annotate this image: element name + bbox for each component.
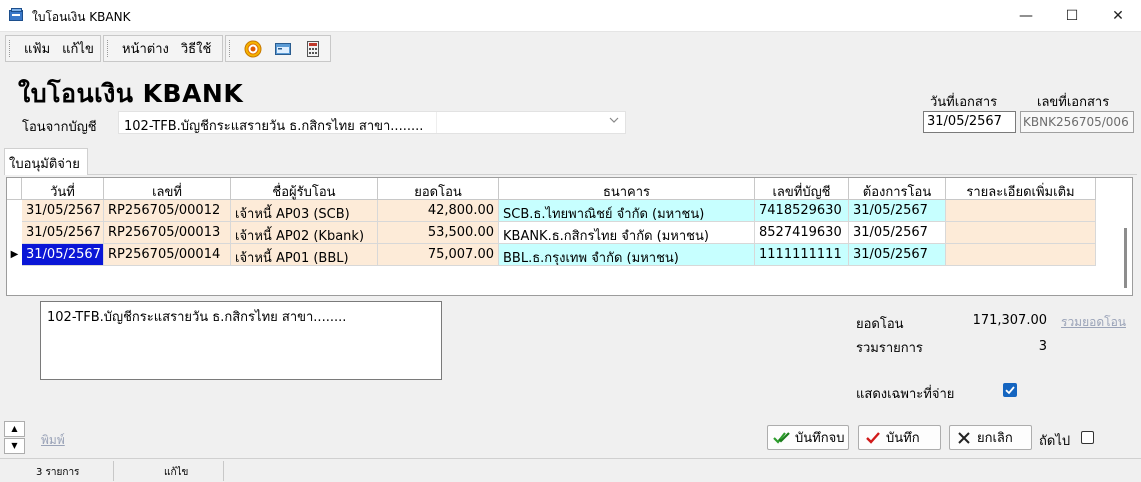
memo-textarea[interactable]: 102-TFB.บัญชีกระแสรายวัน ธ.กสิกรไทย สาขา… bbox=[40, 301, 442, 380]
cell-col-date[interactable]: 31/05/2567 bbox=[22, 244, 104, 266]
window-title: ใบโอนเงิน KBANK bbox=[32, 10, 131, 24]
toolbar-icons bbox=[225, 35, 331, 62]
arrow-up-icon: ▲ bbox=[11, 424, 18, 433]
cell-col-amount[interactable]: 53,500.00 bbox=[378, 222, 499, 244]
menu-group-window: หน้าต่าง วิธีใช้ bbox=[103, 35, 223, 62]
from-account-select[interactable]: 102-TFB.บัญชีกระแสรายวัน ธ.กสิกรไทย สาขา… bbox=[118, 111, 626, 134]
tab-payment-approval[interactable]: ใบอนุมัติจ่าย bbox=[4, 148, 88, 175]
doc-number-field[interactable]: KBNK256705/006 bbox=[1020, 111, 1134, 133]
next-checkbox[interactable] bbox=[1081, 431, 1094, 444]
status-bar: 3 รายการ แก้ไข bbox=[0, 458, 1141, 482]
cell-col-number[interactable]: RP256705/00012 bbox=[104, 200, 231, 222]
maximize-button[interactable]: ☐ bbox=[1049, 0, 1095, 31]
cancel-label: ยกเลิก bbox=[977, 431, 1013, 446]
cell-col-transfer-date[interactable]: 31/05/2567 bbox=[849, 244, 946, 266]
calculator-icon[interactable] bbox=[304, 40, 322, 58]
check-icon bbox=[1005, 386, 1015, 395]
menu-help[interactable]: วิธีใช้ bbox=[175, 38, 217, 59]
cell-col-number[interactable]: RP256705/00014 bbox=[104, 244, 231, 266]
cell-col-number[interactable]: RP256705/00013 bbox=[104, 222, 231, 244]
header-col-transfer-date[interactable]: ต้องการโอน bbox=[849, 178, 946, 200]
menu-edit[interactable]: แก้ไข bbox=[56, 38, 100, 59]
cancel-button[interactable]: ยกเลิก bbox=[949, 425, 1032, 450]
close-button[interactable]: ✕ bbox=[1095, 0, 1141, 31]
cell-col-bank[interactable]: KBANK.ธ.กสิกรไทย จำกัด (มหาชน) bbox=[499, 222, 755, 244]
header-col-number[interactable]: เลขที่ bbox=[104, 178, 231, 200]
toolbar-grip[interactable] bbox=[9, 40, 13, 57]
cell-col-account-no[interactable]: 8527419630 bbox=[755, 222, 849, 244]
save-label: บันทึก bbox=[886, 431, 920, 446]
check-icon bbox=[864, 429, 882, 447]
save-button[interactable]: บันทึก bbox=[858, 425, 941, 450]
cell-col-payee[interactable]: เจ้าหนี้ AP02 (Kbank) bbox=[231, 222, 378, 244]
header-col-date[interactable]: วันที่ bbox=[22, 178, 104, 200]
record-count-label: รวมรายการ bbox=[856, 341, 923, 356]
status-mode: แก้ไข bbox=[114, 461, 224, 481]
cell-col-details[interactable] bbox=[946, 222, 1096, 244]
chevron-down-icon bbox=[609, 115, 619, 128]
minimize-button[interactable]: — bbox=[1003, 0, 1049, 31]
window-icon[interactable] bbox=[274, 40, 292, 58]
grid-corner bbox=[7, 178, 22, 200]
doc-date-label: วันที่เอกสาร bbox=[930, 95, 998, 110]
header-col-payee[interactable]: ชื่อผู้รับโอน bbox=[231, 178, 378, 200]
transfer-total-value: 171,307.00 bbox=[972, 313, 1047, 328]
from-account-label: โอนจากบัญชี bbox=[22, 120, 97, 135]
page-title: ใบโอนเงิน KBANK bbox=[18, 79, 244, 108]
print-link[interactable]: พิมพ์ bbox=[41, 431, 65, 450]
header-col-amount[interactable]: ยอดโอน bbox=[378, 178, 499, 200]
menu-group-main: แฟ้ม แก้ไข bbox=[5, 35, 101, 62]
menu-bar: แฟ้ม แก้ไข หน้าต่าง วิธีใช้ bbox=[0, 32, 1141, 65]
cell-col-details[interactable] bbox=[946, 244, 1096, 266]
current-row-arrow-icon[interactable]: ▶ bbox=[7, 244, 22, 266]
close-icon bbox=[955, 429, 973, 447]
spin-up-button[interactable]: ▲ bbox=[4, 421, 25, 437]
cell-col-date[interactable]: 31/05/2567 bbox=[22, 200, 104, 222]
cell-col-payee[interactable]: เจ้าหนี้ AP03 (SCB) bbox=[231, 200, 378, 222]
title-bar: ใบโอนเงิน KBANK — ☐ ✕ bbox=[0, 0, 1141, 32]
spin-down-button[interactable]: ▼ bbox=[4, 438, 25, 454]
toolbar-grip[interactable] bbox=[107, 40, 111, 57]
record-count-value: 3 bbox=[1038, 339, 1047, 354]
cell-col-transfer-date[interactable]: 31/05/2567 bbox=[849, 200, 946, 222]
paid-only-checkbox[interactable] bbox=[1003, 383, 1017, 397]
cell-col-amount[interactable]: 75,007.00 bbox=[378, 244, 499, 266]
cell-col-date[interactable]: 31/05/2567 bbox=[22, 222, 104, 244]
doc-number-label: เลขที่เอกสาร bbox=[1037, 95, 1110, 110]
double-check-icon bbox=[773, 429, 791, 447]
cell-col-payee[interactable]: เจ้าหนี้ AP01 (BBL) bbox=[231, 244, 378, 266]
header-col-bank[interactable]: ธนาคาร bbox=[499, 178, 755, 200]
cell-col-amount[interactable]: 42,800.00 bbox=[378, 200, 499, 222]
from-account-value: 102-TFB.บัญชีกระแสรายวัน ธ.กสิกรไทย สาขา… bbox=[124, 119, 424, 134]
header-col-account-no[interactable]: เลขที่บัญชี bbox=[755, 178, 849, 200]
arrow-down-icon: ▼ bbox=[11, 441, 18, 450]
maximize-icon: ☐ bbox=[1065, 7, 1079, 24]
close-icon: ✕ bbox=[1112, 7, 1124, 24]
app-icon bbox=[9, 8, 24, 22]
cell-col-bank[interactable]: BBL.ธ.กรุงเทพ จำกัด (มหาชน) bbox=[499, 244, 755, 266]
target-icon[interactable] bbox=[244, 40, 262, 58]
cell-col-transfer-date[interactable]: 31/05/2567 bbox=[849, 222, 946, 244]
cell-col-details[interactable] bbox=[946, 200, 1096, 222]
row-indicator[interactable] bbox=[7, 222, 22, 244]
next-label: ถัดไป bbox=[1039, 434, 1071, 449]
row-indicator[interactable] bbox=[7, 200, 22, 222]
doc-date-field[interactable]: 31/05/2567 bbox=[923, 111, 1016, 133]
cell-col-account-no[interactable]: 1111111111 bbox=[755, 244, 849, 266]
transfer-grid[interactable]: วันที่ เลขที่ ชื่อผู้รับโอน ยอดโอน ธนาคาร เลข… bbox=[6, 177, 1133, 296]
status-record-count: 3 รายการ bbox=[0, 461, 114, 481]
header-col-details[interactable]: รายละเอียดเพิ่มเติม bbox=[946, 178, 1096, 200]
paid-only-label: แสดงเฉพาะที่จ่าย bbox=[856, 387, 955, 402]
sum-transfer-link[interactable]: รวมยอดโอน bbox=[1061, 313, 1126, 332]
cell-col-account-no[interactable]: 7418529630 bbox=[755, 200, 849, 222]
save-close-button[interactable]: บันทึกจบ bbox=[767, 425, 849, 450]
menu-file[interactable]: แฟ้ม bbox=[18, 38, 56, 59]
toolbar-grip[interactable] bbox=[229, 40, 233, 57]
minimize-icon: — bbox=[1019, 7, 1033, 24]
menu-window[interactable]: หน้าต่าง bbox=[116, 38, 175, 59]
transfer-total-label: ยอดโอน bbox=[856, 317, 904, 332]
grid-scrollbar[interactable] bbox=[1124, 228, 1127, 288]
save-close-label: บันทึกจบ bbox=[795, 431, 845, 446]
cell-col-bank[interactable]: SCB.ธ.ไทยพาณิชย์ จำกัด (มหาชน) bbox=[499, 200, 755, 222]
